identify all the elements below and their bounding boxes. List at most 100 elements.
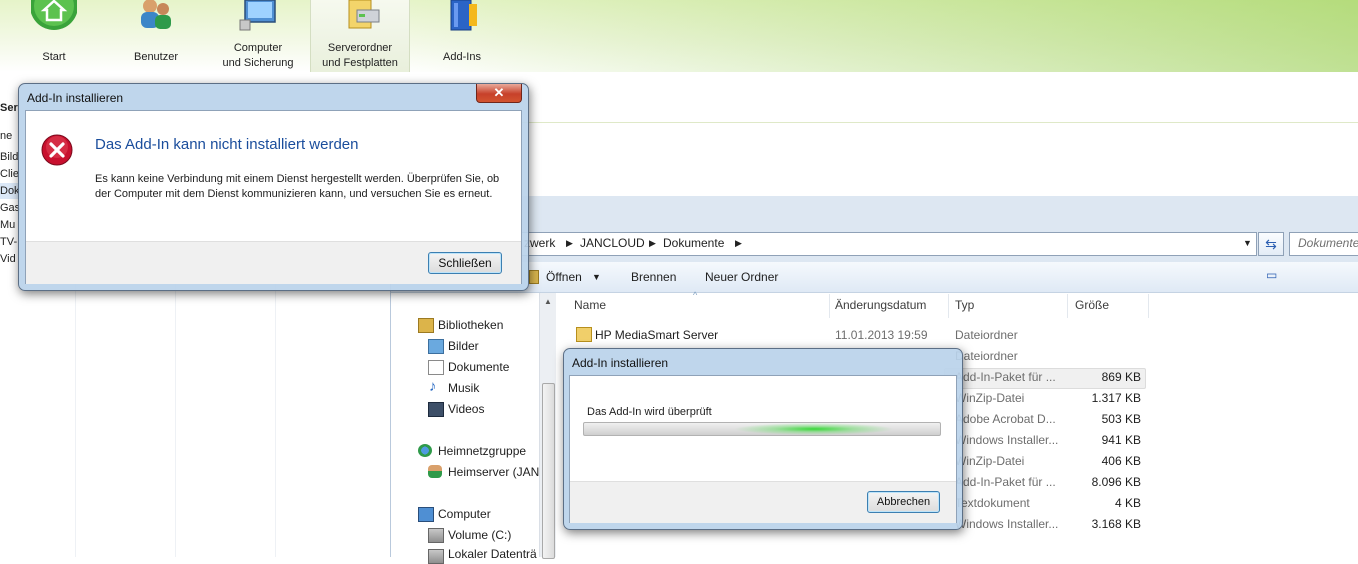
nav-item-volume-c[interactable]: Volume (C:) <box>448 528 511 542</box>
toolbar-computer-label: Computer und Sicherung <box>222 42 294 69</box>
file-size: 1.317 KB <box>1091 391 1141 405</box>
toolbar-users-button[interactable]: Benutzer <box>111 0 201 72</box>
left-panel-item[interactable]: TV- <box>0 234 17 250</box>
videos-icon <box>428 402 444 417</box>
column-separator[interactable] <box>829 294 830 318</box>
left-panel-item[interactable]: Bild <box>0 149 18 165</box>
nav-item-bilder[interactable]: Bilder <box>448 339 479 353</box>
column-separator[interactable] <box>1067 294 1068 318</box>
music-icon: ♪ <box>429 378 437 395</box>
column-header-size[interactable]: Größe <box>1075 298 1109 312</box>
users-icon <box>141 0 171 29</box>
address-bar[interactable]: zwerk ▶ JANCLOUD ▶ Dokumente ▶ ▼ <box>405 232 1257 256</box>
addins-icon <box>450 0 477 31</box>
scroll-up-icon[interactable]: ▲ <box>544 297 552 306</box>
progress-status-text: Das Add-In wird überprüft <box>587 406 712 418</box>
column-separator[interactable] <box>1148 294 1149 318</box>
error-dialog-title: Add-In installieren <box>27 91 124 105</box>
close-icon: ✕ <box>493 85 505 100</box>
close-button[interactable]: ✕ <box>476 84 522 103</box>
cancel-button[interactable]: Abbrechen <box>867 491 940 513</box>
nav-item-local-disk[interactable]: Lokaler Datenträ <box>448 547 537 561</box>
file-type: Add-In-Paket für ... <box>955 370 1056 384</box>
scrollbar-thumb[interactable] <box>542 383 555 559</box>
breadcrumb-arrow-icon[interactable]: ▶ <box>735 238 742 249</box>
file-size: 8.096 KB <box>1091 475 1141 489</box>
column-separator[interactable] <box>948 294 949 318</box>
file-size: 406 KB <box>1101 454 1141 468</box>
file-type: Dateiordner <box>955 328 1018 342</box>
file-type: Windows Installer... <box>955 433 1059 447</box>
progress-glow <box>734 423 894 435</box>
documents-icon <box>428 360 444 375</box>
column-header-type[interactable]: Typ <box>955 298 974 312</box>
home-icon <box>31 0 77 30</box>
breadcrumb-jancloud[interactable]: JANCLOUD <box>580 236 645 250</box>
nav-item-bibliotheken[interactable]: Bibliotheken <box>438 318 503 332</box>
toolbar-start-button[interactable]: Start <box>9 0 99 72</box>
left-panel-item[interactable]: Dok <box>0 183 20 199</box>
toolbar-users-label: Benutzer <box>133 51 179 63</box>
burn-button[interactable]: Brennen <box>631 270 676 284</box>
user-icon <box>428 465 442 478</box>
file-type: Windows Installer... <box>955 517 1059 531</box>
preview-pane-icon[interactable]: ▭ <box>1266 268 1277 282</box>
file-size: 3.168 KB <box>1091 517 1141 531</box>
open-dropdown-icon[interactable]: ▼ <box>592 272 601 282</box>
open-icon <box>529 270 539 284</box>
file-size: 869 KB <box>1101 370 1141 384</box>
dashboard-toolbar <box>0 0 1358 72</box>
nav-item-heimnetzgruppe[interactable]: Heimnetzgruppe <box>438 444 526 458</box>
refresh-button[interactable]: ⇆ <box>1258 232 1284 256</box>
file-size: 941 KB <box>1101 433 1141 447</box>
file-date: 11.01.2013 19:59 <box>835 328 928 342</box>
folder-icon <box>576 327 592 342</box>
progress-dialog-title: Add-In installieren <box>572 356 669 370</box>
breadcrumb-dokumente[interactable]: Dokumente <box>663 236 724 250</box>
toolbar-addins-label: Add-Ins <box>443 51 481 63</box>
breadcrumb-arrow-icon[interactable]: ▶ <box>649 238 656 249</box>
nav-item-dokumente[interactable]: Dokumente <box>448 360 509 374</box>
file-type: Textdokument <box>955 496 1030 510</box>
error-icon <box>41 134 73 166</box>
nav-item-heimserver[interactable]: Heimserver (JAN <box>448 465 539 479</box>
homegroup-icon <box>418 444 432 457</box>
file-type: WinZip-Datei <box>955 454 1025 468</box>
file-name[interactable]: HP MediaSmart Server <box>595 328 718 342</box>
open-button[interactable]: Öffnen <box>546 270 582 284</box>
command-bar: Öffnen ▼ Brennen Neuer Ordner ▭ <box>391 262 1358 293</box>
sort-arrow-icon: ^ <box>693 290 698 300</box>
left-panel-item[interactable]: Mu <box>0 217 15 233</box>
toolbar-start-label: Start <box>42 51 66 63</box>
breadcrumb-arrow-icon[interactable]: ▶ <box>566 238 573 249</box>
left-panel-subheading: ne <box>0 130 13 142</box>
file-type: Add-In-Paket für ... <box>955 475 1056 489</box>
search-placeholder: Dokumente <box>1298 236 1358 250</box>
error-heading: Das Add-In kann nicht installiert werden <box>95 136 359 153</box>
nav-item-musik[interactable]: Musik <box>448 381 479 395</box>
column-header-name[interactable]: Name <box>574 298 606 312</box>
pictures-icon <box>428 339 444 354</box>
left-panel-item[interactable]: Clie <box>0 166 19 182</box>
new-folder-button[interactable]: Neuer Ordner <box>705 270 778 284</box>
computer-icon <box>239 0 276 31</box>
file-size: 503 KB <box>1101 412 1141 426</box>
toolbar-computer-button[interactable]: Computer und Sicherung <box>213 0 303 72</box>
file-type: Adobe Acrobat D... <box>955 412 1056 426</box>
refresh-icon: ⇆ <box>1265 236 1277 252</box>
address-dropdown-icon[interactable]: ▼ <box>1243 238 1252 248</box>
column-header-date[interactable]: Änderungsdatum <box>835 298 926 312</box>
nav-scrollbar[interactable]: ▲ <box>539 293 556 559</box>
nav-item-videos[interactable]: Videos <box>448 402 484 416</box>
left-panel-heading: Ser <box>0 102 18 114</box>
toolbar-server-folders-button[interactable]: Serverordner und Festplatten <box>310 0 410 72</box>
progress-bar <box>583 422 941 436</box>
left-panel-item[interactable]: Vid <box>0 251 16 267</box>
search-input[interactable]: Dokumente <box>1289 232 1358 256</box>
error-message: Es kann keine Verbindung mit einem Diens… <box>95 173 500 200</box>
nav-item-computer[interactable]: Computer <box>438 507 491 521</box>
toolbar-addins-button[interactable]: Add-Ins <box>417 0 507 72</box>
schliessen-button[interactable]: Schließen <box>428 252 502 274</box>
file-type: WinZip-Datei <box>955 391 1025 405</box>
drive-icon <box>428 528 444 543</box>
